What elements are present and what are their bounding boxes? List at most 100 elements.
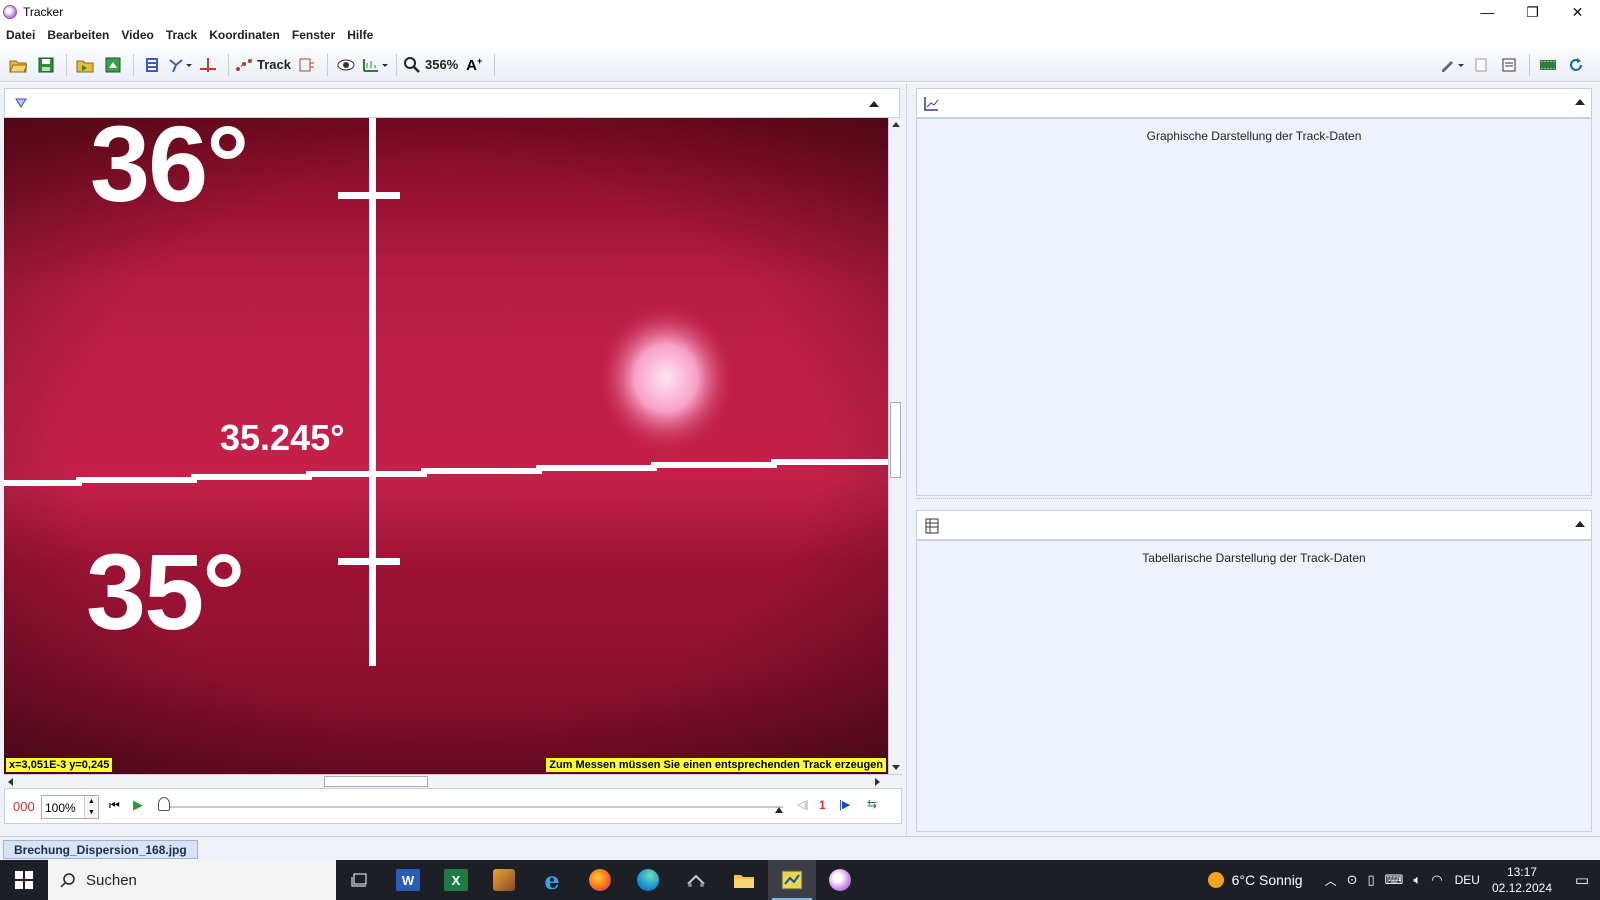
- start-button[interactable]: [0, 860, 48, 900]
- create-track-button[interactable]: Track: [235, 52, 291, 78]
- notifications-icon[interactable]: ▭: [1564, 871, 1600, 889]
- video-vertical-scrollbar[interactable]: [888, 118, 902, 774]
- reset-to-start-icon[interactable]: ⏮: [109, 798, 120, 813]
- input-method-icon[interactable]: ⌨: [1385, 872, 1404, 888]
- loop-icon[interactable]: ⇆: [867, 797, 877, 811]
- measuring-tools-icon[interactable]: [362, 52, 388, 78]
- zoom-level: 356%: [424, 57, 459, 72]
- data-panels: Graphische Darstellung der Track-Daten T…: [916, 84, 1600, 836]
- plot-panel-body[interactable]: Graphische Darstellung der Track-Daten: [916, 118, 1592, 496]
- collapse-arrow-icon[interactable]: [1575, 521, 1585, 527]
- drawing-app-icon[interactable]: [480, 860, 528, 900]
- refresh-icon[interactable]: [1564, 52, 1588, 78]
- file-tab-strip: Brechung_Dispersion_168.jpg: [0, 836, 1600, 860]
- minimize-button[interactable]: —: [1465, 0, 1510, 24]
- toolbar-separator: [66, 53, 67, 76]
- toolbar-separator: [326, 53, 328, 76]
- main-toolbar: Track 356% A+: [0, 48, 1600, 82]
- restore-button[interactable]: ❐: [1510, 0, 1555, 24]
- file-explorer-icon[interactable]: [720, 860, 768, 900]
- menu-fenster[interactable]: Fenster: [292, 28, 335, 42]
- collapse-arrow-icon[interactable]: [869, 101, 879, 107]
- video-horizontal-scrollbar[interactable]: [4, 774, 902, 788]
- scroll-left-icon[interactable]: [8, 778, 13, 786]
- plot-panel-header: [916, 88, 1592, 118]
- menu-datei[interactable]: Datei: [6, 28, 35, 42]
- file-tab[interactable]: Brechung_Dispersion_168.jpg: [3, 840, 198, 859]
- track-control-icon[interactable]: [295, 52, 319, 78]
- excel-icon[interactable]: X: [432, 860, 480, 900]
- step-forward-icon[interactable]: |▶: [839, 798, 850, 811]
- title-bar: Tracker — ❐ ✕: [0, 0, 1600, 24]
- menu-track[interactable]: Track: [166, 28, 197, 42]
- toolbar-separator: [494, 53, 496, 76]
- usb-device-icon[interactable]: ▯: [1368, 872, 1375, 888]
- save-icon[interactable]: [34, 52, 58, 78]
- video-player-bar: 000 100% ▲ ▼ ⏮ ▶ ◁| 1 |▶ ⇆: [4, 788, 902, 824]
- calibration-tools-icon[interactable]: [168, 52, 192, 78]
- export-icon[interactable]: [101, 52, 125, 78]
- visibility-eye-icon[interactable]: [334, 52, 358, 78]
- step-size[interactable]: 1: [819, 798, 826, 812]
- scroll-right-icon[interactable]: [875, 778, 880, 786]
- step-back-icon[interactable]: ◁|: [797, 798, 808, 811]
- language-indicator[interactable]: DEU: [1455, 873, 1480, 887]
- video-panel-header: [4, 88, 900, 118]
- frame-slider[interactable]: [158, 797, 783, 813]
- slider-knob[interactable]: [158, 797, 170, 811]
- tracker-taskbar-icon[interactable]: [768, 860, 816, 900]
- notes-icon[interactable]: [1469, 52, 1493, 78]
- weather-text[interactable]: 6°C Sonnig: [1232, 872, 1303, 888]
- filter-triangle-icon[interactable]: [15, 98, 27, 108]
- clock[interactable]: 13:17 02.12.2024: [1492, 864, 1552, 896]
- filmstrip-icon[interactable]: [1536, 52, 1560, 78]
- word-icon[interactable]: W: [384, 860, 432, 900]
- font-size-icon[interactable]: A+: [462, 52, 486, 78]
- horizontal-splitter[interactable]: [916, 498, 1592, 508]
- scroll-up-icon[interactable]: [892, 122, 900, 127]
- meet-now-icon[interactable]: ⊙: [1347, 872, 1358, 888]
- playback-rate-value: 100%: [45, 801, 76, 815]
- vertical-scroll-thumb[interactable]: [890, 402, 901, 478]
- horizontal-scroll-thumb[interactable]: [324, 776, 428, 787]
- collapse-arrow-icon[interactable]: [1575, 99, 1585, 105]
- open-video-icon[interactable]: [73, 52, 97, 78]
- tracker-app-taskbar-icon[interactable]: [816, 860, 864, 900]
- bottom-angle-label: 35°: [86, 531, 245, 652]
- play-icon[interactable]: ▶: [133, 797, 143, 813]
- firefox-icon[interactable]: [576, 860, 624, 900]
- taskbar-search-box[interactable]: Suchen: [48, 860, 336, 900]
- table-panel-body[interactable]: Tabellarische Darstellung der Track-Date…: [916, 540, 1592, 832]
- system-tray: 6°C Sonnig ︿ ⊙ ▯ ⌨ 🔈︎ ◠ DEU 13:17 02.12.…: [1207, 860, 1600, 900]
- task-view-icon[interactable]: [336, 860, 384, 900]
- edge-icon[interactable]: [624, 860, 672, 900]
- zoom-button[interactable]: 356%: [403, 52, 458, 78]
- tray-chevron-icon[interactable]: ︿: [1325, 872, 1337, 889]
- description-icon[interactable]: [1497, 52, 1521, 78]
- menu-bar: Datei Bearbeiten Video Track Koordinaten…: [0, 24, 1600, 46]
- close-button[interactable]: ✕: [1555, 0, 1600, 24]
- menu-video[interactable]: Video: [121, 28, 153, 42]
- mid-angle-label: 35.245°: [220, 417, 345, 458]
- pencil-drawing-icon[interactable]: [1439, 52, 1465, 78]
- toolbar-separator: [133, 53, 134, 76]
- internet-explorer-icon[interactable]: e: [528, 860, 576, 900]
- volume-icon[interactable]: 🔈︎: [1413, 872, 1421, 888]
- weather-sun-icon[interactable]: [1207, 872, 1224, 888]
- video-view[interactable]: 36° 35.245° 35° x=3,051E-3 y=0,245 Zum M…: [4, 118, 888, 774]
- panel-splitter[interactable]: [906, 84, 916, 836]
- menu-hilfe[interactable]: Hilfe: [347, 28, 373, 42]
- coordinate-axes-icon[interactable]: [196, 52, 220, 78]
- menu-bearbeiten[interactable]: Bearbeiten: [47, 28, 109, 42]
- clip-settings-icon[interactable]: [140, 52, 164, 78]
- snipping-tool-icon[interactable]: [672, 860, 720, 900]
- open-folder-icon[interactable]: [6, 52, 30, 78]
- table-icon[interactable]: [925, 518, 939, 534]
- menu-koordinaten[interactable]: Koordinaten: [209, 28, 280, 42]
- scroll-down-icon[interactable]: [892, 765, 900, 770]
- plot-axes-icon[interactable]: [923, 96, 939, 112]
- playback-rate-spinner[interactable]: 100% ▲ ▼: [41, 795, 99, 819]
- network-icon[interactable]: ◠: [1431, 872, 1442, 888]
- spinner-arrows-icon[interactable]: ▲ ▼: [84, 796, 98, 818]
- coordinate-readout: x=3,051E-3 y=0,245: [6, 758, 113, 772]
